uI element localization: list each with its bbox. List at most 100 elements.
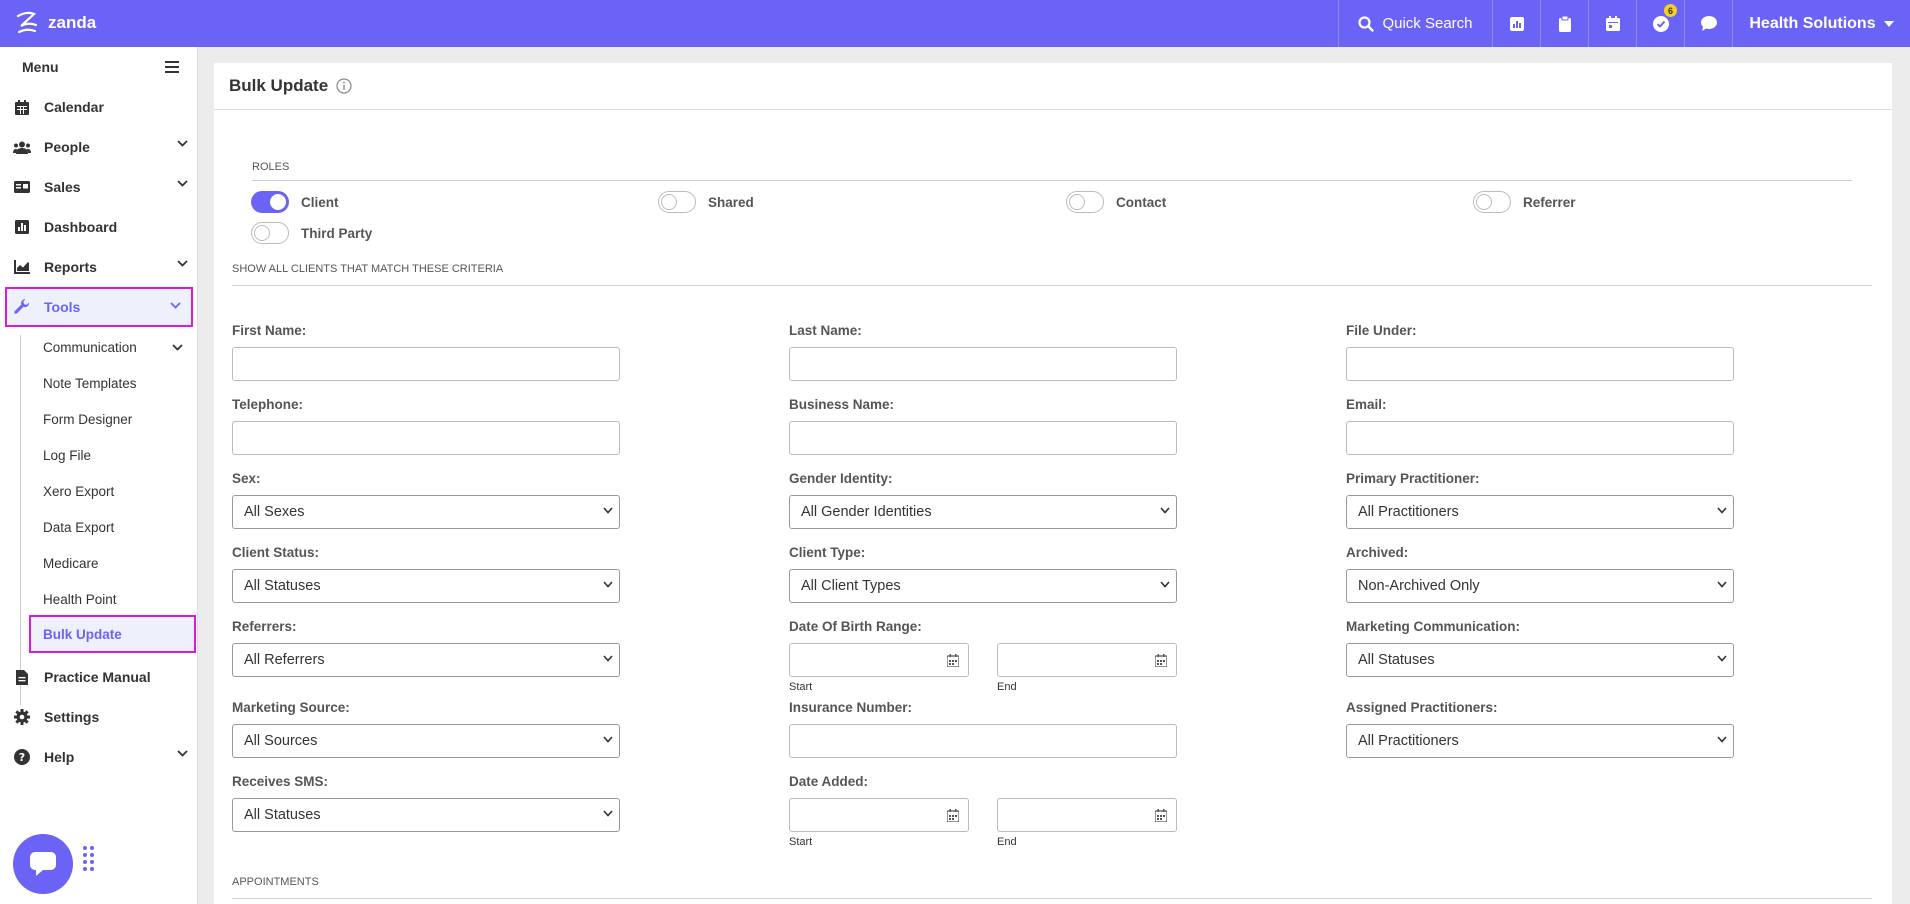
file-under-label: File Under: bbox=[1346, 323, 1417, 338]
chevron-down-icon bbox=[1160, 581, 1170, 588]
role-label: Shared bbox=[708, 194, 754, 210]
role-label: Referrer bbox=[1523, 194, 1576, 210]
sidebar-item-label: Tools bbox=[44, 299, 81, 315]
sidebar-sub-medicare[interactable]: Medicare bbox=[43, 556, 99, 571]
chat-button[interactable] bbox=[1684, 0, 1732, 47]
sidebar-item-dashboard[interactable]: Dashboard bbox=[0, 207, 198, 247]
role-toggle-shared[interactable]: Shared bbox=[658, 191, 754, 213]
quick-search-label: Quick Search bbox=[1382, 15, 1473, 32]
gender-identity-select[interactable]: All Gender Identities bbox=[789, 495, 1177, 529]
sidebar-sub-form-designer[interactable]: Form Designer bbox=[43, 412, 132, 427]
role-toggle-client[interactable]: Client bbox=[251, 191, 339, 213]
info-icon[interactable] bbox=[336, 78, 352, 94]
archived-select[interactable]: Non-Archived Only bbox=[1346, 569, 1734, 603]
calendar-icon bbox=[1605, 16, 1620, 31]
sidebar-sub-health-point[interactable]: Health Point bbox=[43, 592, 117, 607]
first-name-input[interactable] bbox=[232, 347, 620, 381]
drag-handle[interactable] bbox=[83, 846, 94, 871]
date-added-end-input[interactable] bbox=[997, 798, 1177, 832]
document-icon bbox=[16, 669, 28, 685]
people-icon bbox=[13, 141, 31, 154]
caret-down-icon bbox=[1883, 20, 1894, 27]
email-input[interactable] bbox=[1346, 421, 1734, 455]
quick-search-button[interactable]: Quick Search bbox=[1338, 0, 1492, 47]
clipboard-button[interactable] bbox=[1540, 0, 1588, 47]
sex-label: Sex: bbox=[232, 471, 261, 486]
dob-start-date-input[interactable] bbox=[789, 643, 969, 677]
roles-divider bbox=[252, 180, 1852, 181]
chevron-down-icon bbox=[603, 507, 613, 514]
sidebar-item-sales[interactable]: Sales bbox=[0, 167, 198, 207]
last-name-input[interactable] bbox=[789, 347, 1177, 381]
toggle-switch[interactable] bbox=[251, 222, 289, 244]
sidebar-sub-xero-export[interactable]: Xero Export bbox=[43, 484, 114, 499]
support-chat-button[interactable] bbox=[13, 834, 73, 894]
sidebar-item-help[interactable]: ? Help bbox=[0, 737, 198, 777]
chevron-down-icon bbox=[603, 736, 613, 743]
marketing-source-select[interactable]: All Sources bbox=[232, 724, 620, 758]
sidebar-item-reports[interactable]: Reports bbox=[0, 247, 198, 287]
roles-label: ROLES bbox=[252, 161, 290, 173]
client-status-select[interactable]: All Statuses bbox=[232, 569, 620, 603]
role-label: Contact bbox=[1116, 194, 1167, 210]
sidebar-item-people[interactable]: People bbox=[0, 127, 198, 167]
referrers-select[interactable]: All Referrers bbox=[232, 643, 620, 677]
dob-range-label: Date Of Birth Range: bbox=[789, 619, 922, 634]
sex-select[interactable]: All Sexes bbox=[232, 495, 620, 529]
logo-text: zanda bbox=[48, 13, 97, 32]
role-toggle-referrer[interactable]: Referrer bbox=[1473, 191, 1576, 213]
sidebar-sub-communication[interactable]: Communication bbox=[43, 340, 137, 355]
insurance-number-input[interactable] bbox=[789, 724, 1177, 758]
client-type-label: Client Type: bbox=[789, 545, 866, 560]
zanda-logo[interactable]: zanda bbox=[12, 8, 96, 38]
toggle-switch[interactable] bbox=[251, 191, 289, 213]
calendar-button[interactable] bbox=[1588, 0, 1636, 47]
file-under-input[interactable] bbox=[1346, 347, 1734, 381]
business-name-input[interactable] bbox=[789, 421, 1177, 455]
toggle-switch[interactable] bbox=[1066, 191, 1104, 213]
calendar-icon[interactable] bbox=[1155, 654, 1167, 667]
toggle-switch[interactable] bbox=[1473, 191, 1511, 213]
client-type-value: All Client Types bbox=[801, 578, 901, 594]
client-type-select[interactable]: All Client Types bbox=[789, 569, 1177, 603]
gender-identity-value: All Gender Identities bbox=[801, 504, 932, 520]
wrench-icon bbox=[14, 299, 30, 314]
search-icon bbox=[1358, 15, 1375, 32]
hamburger-icon[interactable] bbox=[165, 61, 179, 73]
primary-practitioner-select[interactable]: All Practitioners bbox=[1346, 495, 1734, 529]
sidebar-sub-log-file[interactable]: Log File bbox=[43, 448, 91, 463]
sidebar-item-practice-manual[interactable]: Practice Manual bbox=[0, 657, 198, 697]
chevron-down-icon bbox=[1717, 581, 1727, 588]
marketing-communication-select[interactable]: All Statuses bbox=[1346, 643, 1734, 677]
main-panel: Bulk Update ROLES Client Shared Contact … bbox=[214, 63, 1892, 904]
calendar-icon[interactable] bbox=[1155, 809, 1167, 822]
calendar-icon[interactable] bbox=[947, 654, 959, 667]
sidebar-sub-note-templates[interactable]: Note Templates bbox=[43, 376, 137, 391]
sidebar-item-label: Help bbox=[44, 749, 75, 765]
org-switcher[interactable]: Health Solutions bbox=[1732, 0, 1910, 47]
sidebar-item-settings[interactable]: Settings bbox=[0, 697, 198, 737]
role-toggle-contact[interactable]: Contact bbox=[1066, 191, 1166, 213]
dob-end-date-input[interactable] bbox=[997, 643, 1177, 677]
sidebar-item-calendar[interactable]: Calendar bbox=[0, 87, 198, 127]
assigned-practitioners-value: All Practitioners bbox=[1358, 733, 1459, 749]
dob-start-caption: Start bbox=[789, 681, 813, 693]
telephone-input[interactable] bbox=[232, 421, 620, 455]
date-added-start-input[interactable] bbox=[789, 798, 969, 832]
sidebar-sub-bulk-update[interactable]: Bulk Update bbox=[29, 615, 196, 653]
receives-sms-select[interactable]: All Statuses bbox=[232, 798, 620, 832]
chevron-down-icon bbox=[177, 140, 188, 147]
toggle-switch[interactable] bbox=[658, 191, 696, 213]
calendar-icon[interactable] bbox=[947, 809, 959, 822]
sidebar-item-label: Practice Manual bbox=[44, 669, 151, 685]
marketing-communication-value: All Statuses bbox=[1358, 652, 1435, 668]
sidebar-item-tools[interactable]: Tools bbox=[5, 287, 193, 327]
role-label: Client bbox=[301, 194, 339, 210]
dob-end-caption: End bbox=[997, 681, 1017, 693]
role-toggle-third-party[interactable]: Third Party bbox=[251, 222, 372, 244]
assigned-practitioners-select[interactable]: All Practitioners bbox=[1346, 724, 1734, 758]
date-added-start-caption: Start bbox=[789, 836, 813, 848]
stats-button[interactable] bbox=[1492, 0, 1540, 47]
tasks-button[interactable]: 6 bbox=[1636, 0, 1684, 47]
sidebar-sub-data-export[interactable]: Data Export bbox=[43, 520, 114, 535]
